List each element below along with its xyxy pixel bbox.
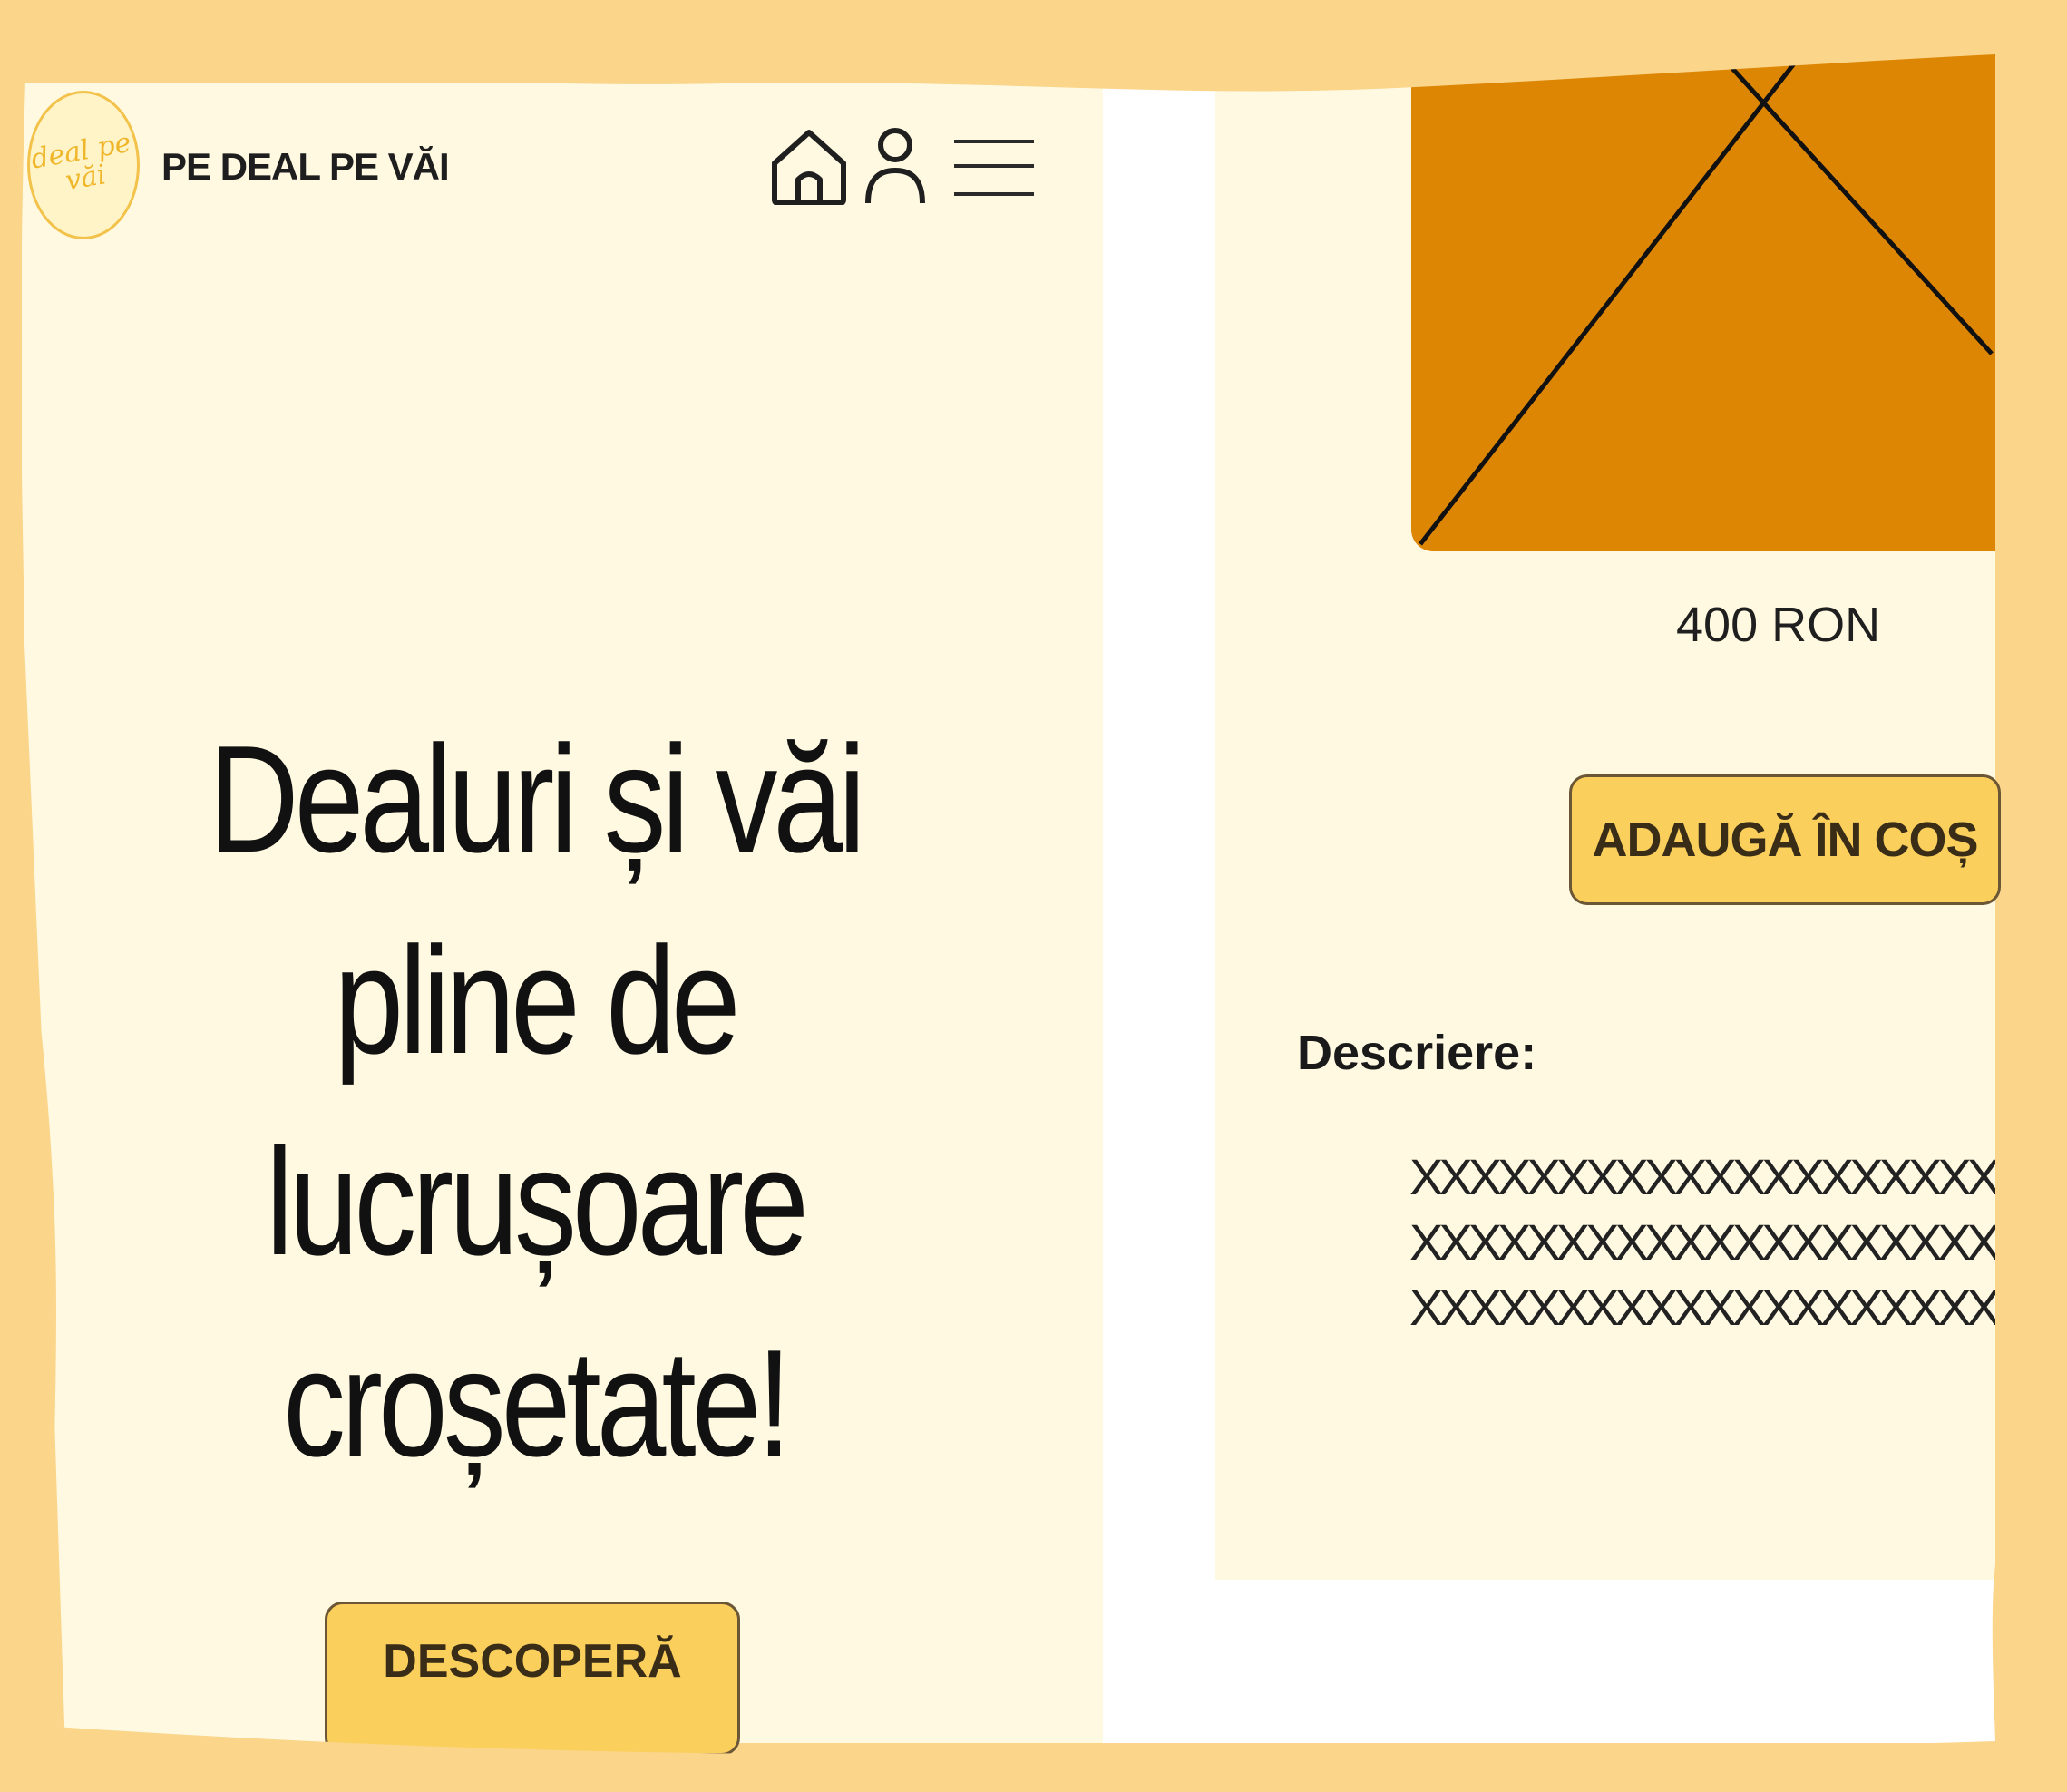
placeholder-image-icon xyxy=(1419,54,1994,546)
hero-title-line: pline de xyxy=(334,915,740,1086)
description-line: XXXXXXXXXXXXXXXXXXXX xyxy=(1409,1148,1995,1205)
logo-text: deal pe văi xyxy=(28,126,133,198)
mockup-frame: deal pe văi PE DEAL PE VĂI Dealuri și vă… xyxy=(0,0,2067,1792)
description-label: Descriere: xyxy=(1297,1026,1537,1080)
description-line: XXXXXXXXXXXXXXXXXXXX xyxy=(1409,1213,1995,1271)
logo[interactable]: deal pe văi xyxy=(27,91,140,239)
hero-title: Dealuri și văi pline de lucrușoare croșe… xyxy=(186,698,885,1504)
hero-title-line: lucrușoare xyxy=(265,1116,809,1287)
discover-button[interactable]: DESCOPERĂ xyxy=(325,1602,740,1756)
product-image xyxy=(1411,54,1995,551)
brand-name[interactable]: PE DEAL PE VĂI xyxy=(161,145,450,189)
product-price: 400 RON xyxy=(1676,598,1881,652)
add-to-cart-button[interactable]: ADAUGĂ ÎN COȘ xyxy=(1569,774,2001,905)
user-icon[interactable] xyxy=(863,127,927,205)
description-line: XXXXXXXXXXXXXXXXXXXX xyxy=(1409,1279,1995,1336)
menu-icon[interactable] xyxy=(952,127,1036,205)
description-text: XXXXXXXXXXXXXXXXXXXX XXXXXXXXXXXXXXXXXXX… xyxy=(1409,1144,1995,1340)
home-icon[interactable] xyxy=(769,127,849,205)
hero-title-line: Dealuri și văi xyxy=(209,714,866,884)
hero-title-line: croșetate! xyxy=(283,1318,792,1488)
